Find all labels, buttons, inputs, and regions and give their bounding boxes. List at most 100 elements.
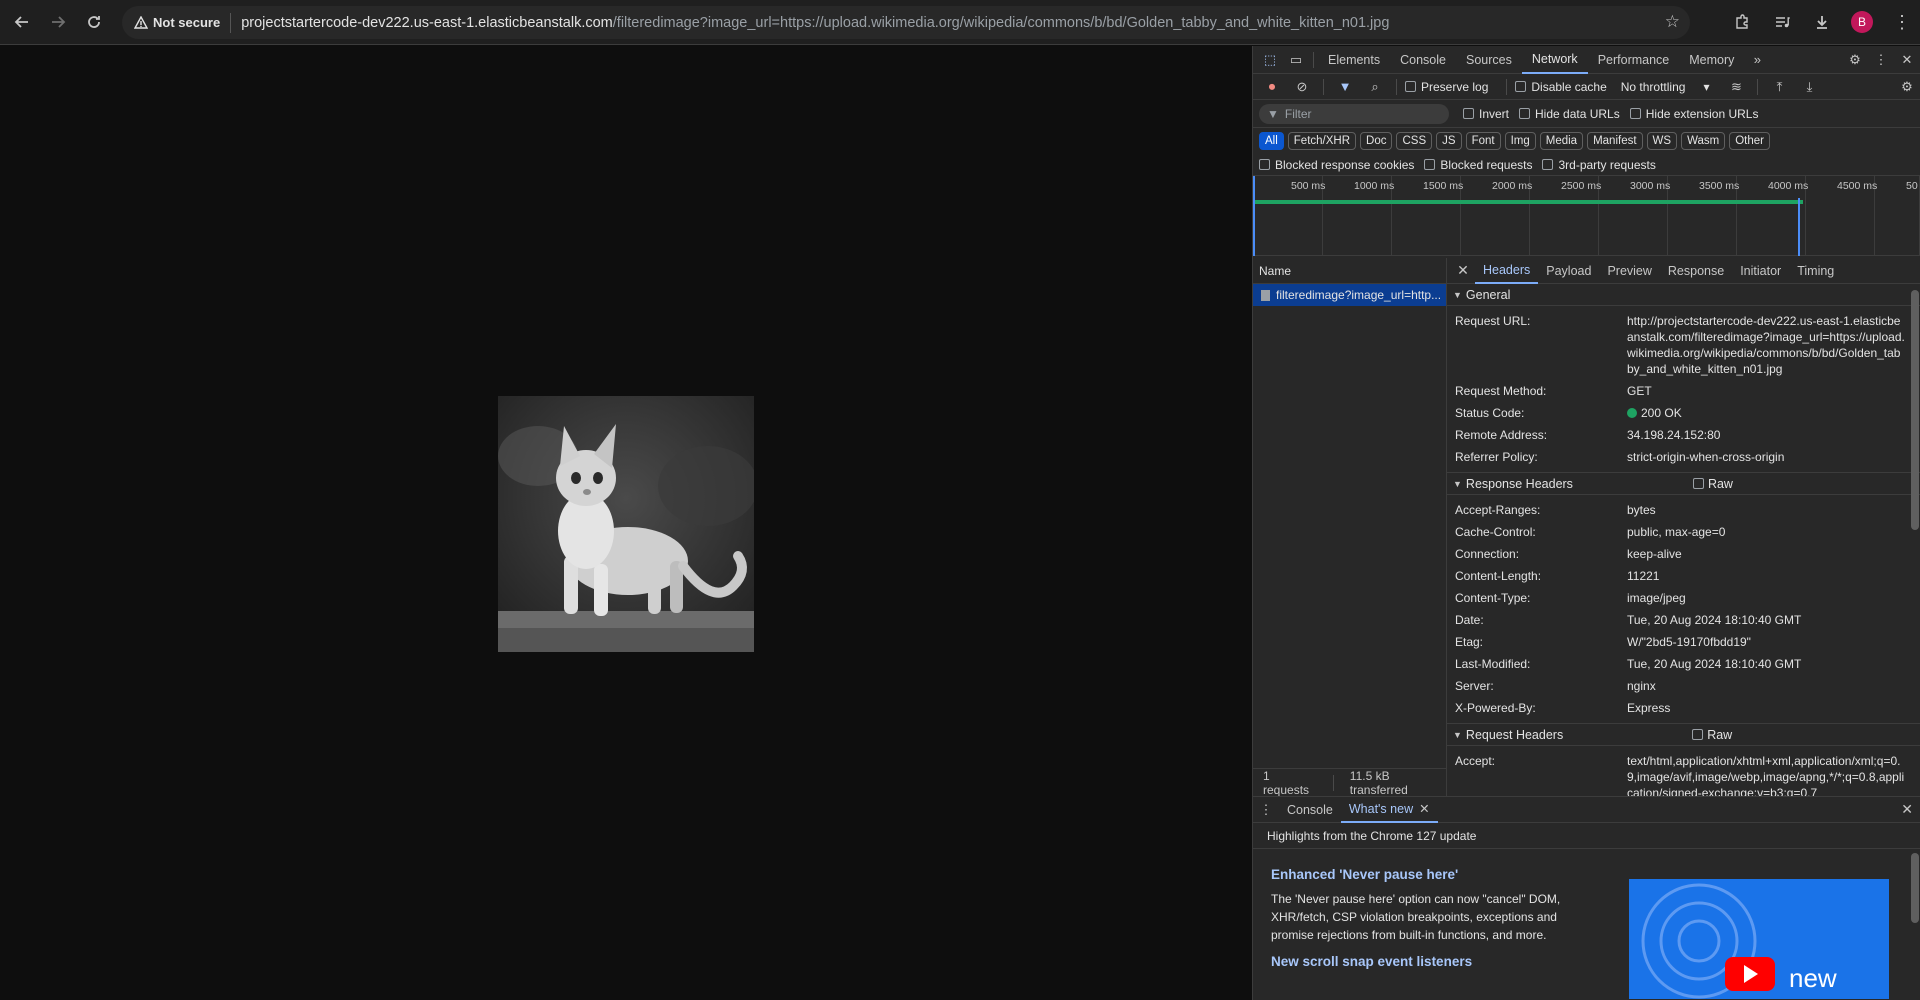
more-tabs-icon[interactable]: » bbox=[1744, 47, 1770, 73]
tab-sources[interactable]: Sources bbox=[1456, 46, 1522, 74]
export-har-icon[interactable]: ⤓ bbox=[1796, 74, 1822, 100]
general-section-header[interactable]: ▼ General bbox=[1447, 284, 1920, 306]
profile-button[interactable]: B bbox=[1844, 4, 1880, 40]
tab-initiator[interactable]: Initiator bbox=[1732, 258, 1789, 284]
forward-button[interactable] bbox=[40, 4, 76, 40]
timeline-tick-label: 3000 ms bbox=[1630, 180, 1671, 192]
url-text[interactable]: projectstartercode-dev222.us-east-1.elas… bbox=[241, 15, 1389, 31]
header-row: Accept: text/html,application/xhtml+xml,a… bbox=[1447, 750, 1920, 796]
tab-payload[interactable]: Payload bbox=[1538, 258, 1599, 284]
type-filter-css[interactable]: CSS bbox=[1396, 132, 1433, 150]
hide-data-urls-checkbox[interactable]: Hide data URLs bbox=[1519, 107, 1620, 121]
whats-new-video-thumbnail[interactable]: new bbox=[1629, 879, 1889, 999]
close-devtools-icon[interactable]: ✕ bbox=[1894, 47, 1920, 73]
checkbox-label: Preserve log bbox=[1421, 79, 1489, 94]
checkbox-box bbox=[1692, 478, 1704, 489]
header-row: Content-Length: 11221 bbox=[1447, 565, 1920, 587]
network-summary-bar: 1 requests 11.5 kB transferred bbox=[1253, 768, 1447, 797]
response-headers-section-header[interactable]: ▼ Response Headers Raw bbox=[1447, 473, 1920, 495]
tab-elements[interactable]: Elements bbox=[1318, 46, 1390, 74]
divider bbox=[1313, 51, 1314, 68]
header-value: text/html,application/xhtml+xml,applicat… bbox=[1627, 754, 1905, 796]
throttling-select[interactable]: No throttling ▾ bbox=[1621, 80, 1710, 94]
tab-memory[interactable]: Memory bbox=[1679, 46, 1744, 74]
blocked-requests-checkbox[interactable]: Blocked requests bbox=[1424, 158, 1532, 172]
third-party-requests-checkbox[interactable]: 3rd-party requests bbox=[1542, 158, 1656, 172]
header-row: Date: Tue, 20 Aug 2024 18:10:40 GMT bbox=[1447, 609, 1920, 631]
preserve-log-checkbox[interactable]: Preserve log bbox=[1405, 80, 1488, 94]
playlist-icon bbox=[1776, 17, 1790, 28]
disable-cache-checkbox[interactable]: Disable cache bbox=[1515, 80, 1607, 94]
invert-checkbox[interactable]: Invert bbox=[1463, 107, 1509, 121]
timeline-tick-label: 50 bbox=[1906, 180, 1918, 192]
network-settings-gear-icon[interactable]: ⚙ bbox=[1894, 74, 1920, 100]
downloads-button[interactable] bbox=[1804, 4, 1840, 40]
type-filter-wasm[interactable]: Wasm bbox=[1681, 132, 1726, 150]
name-column-header[interactable]: Name bbox=[1253, 258, 1446, 284]
inspect-element-icon[interactable]: ⬚ bbox=[1257, 47, 1283, 73]
drawer-tab-whats-new[interactable]: What's new ✕ bbox=[1340, 797, 1438, 823]
security-chip[interactable]: Not secure bbox=[134, 12, 232, 33]
header-row: Accept-Ranges: bytes bbox=[1447, 499, 1920, 521]
clear-icon[interactable]: ⊘ bbox=[1289, 74, 1315, 100]
network-conditions-icon[interactable]: ≋ bbox=[1723, 74, 1749, 100]
tab-performance[interactable]: Performance bbox=[1588, 46, 1680, 74]
request-headers-section-header[interactable]: ▼ Request Headers Raw bbox=[1447, 724, 1920, 746]
type-filter-fetch-xhr[interactable]: Fetch/XHR bbox=[1287, 132, 1357, 150]
close-tab-icon[interactable]: ✕ bbox=[1419, 797, 1429, 821]
network-overview-timeline[interactable]: 500 ms 1000 ms 1500 ms 2000 ms 2500 ms 3… bbox=[1253, 176, 1920, 256]
raw-checkbox[interactable]: Raw bbox=[1692, 728, 1732, 742]
media-control-button[interactable] bbox=[1764, 4, 1800, 40]
header-key: Date: bbox=[1455, 613, 1484, 627]
type-filter-ws[interactable]: WS bbox=[1646, 132, 1678, 150]
tab-timing[interactable]: Timing bbox=[1789, 258, 1842, 284]
tab-response[interactable]: Response bbox=[1660, 258, 1732, 284]
tab-network[interactable]: Network bbox=[1521, 46, 1588, 74]
import-har-icon[interactable]: ⤒ bbox=[1766, 74, 1792, 100]
reload-button[interactable] bbox=[76, 4, 112, 40]
type-filter-font[interactable]: Font bbox=[1465, 132, 1501, 150]
header-key: Request URL: bbox=[1455, 314, 1531, 328]
type-filter-js[interactable]: JS bbox=[1436, 132, 1462, 150]
back-button[interactable] bbox=[4, 4, 40, 40]
header-value: strict-origin-when-cross-origin bbox=[1627, 450, 1785, 464]
drawer-scrollbar-thumb[interactable] bbox=[1911, 853, 1919, 923]
record-stop-icon[interactable]: ⏺ bbox=[1259, 74, 1285, 100]
address-bar[interactable]: Not secure projectstartercode-dev222.us-… bbox=[122, 6, 1690, 39]
filtered-kitten-image bbox=[498, 396, 754, 652]
search-icon[interactable]: ⌕ bbox=[1362, 74, 1388, 100]
blocked-response-cookies-checkbox[interactable]: Blocked response cookies bbox=[1259, 158, 1414, 172]
type-filter-media[interactable]: Media bbox=[1539, 132, 1584, 150]
device-toolbar-icon[interactable]: ▭ bbox=[1283, 47, 1309, 73]
bookmark-star-icon[interactable]: ☆ bbox=[1665, 12, 1680, 32]
drawer-menu-kebab-icon[interactable]: ⋮ bbox=[1253, 797, 1279, 823]
type-filter-img[interactable]: Img bbox=[1504, 132, 1536, 150]
browser-menu-button[interactable]: ⋮ bbox=[1884, 4, 1920, 40]
checkbox-label: Hide extension URLs bbox=[1645, 106, 1759, 121]
settings-gear-icon[interactable]: ⚙ bbox=[1842, 47, 1868, 73]
type-filter-all[interactable]: All bbox=[1259, 132, 1284, 150]
filter-funnel-icon[interactable]: ▼ bbox=[1332, 74, 1358, 100]
checkbox-label: Invert bbox=[1479, 106, 1510, 121]
drawer-tab-console[interactable]: Console bbox=[1279, 797, 1341, 823]
close-drawer-icon[interactable]: ✕ bbox=[1901, 801, 1913, 818]
filter-input[interactable]: ▼ Filter bbox=[1259, 103, 1449, 124]
header-row: Referrer Policy: strict-origin-when-cross… bbox=[1447, 446, 1920, 468]
checkbox-box bbox=[1629, 108, 1641, 119]
type-filter-other[interactable]: Other bbox=[1729, 132, 1770, 150]
raw-checkbox[interactable]: Raw bbox=[1692, 477, 1733, 491]
tab-headers[interactable]: Headers bbox=[1475, 258, 1539, 284]
kebab-menu-icon[interactable]: ⋮ bbox=[1868, 47, 1894, 73]
detail-scrollbar[interactable] bbox=[1909, 284, 1920, 796]
hide-extension-urls-checkbox[interactable]: Hide extension URLs bbox=[1629, 106, 1759, 121]
scrollbar-thumb[interactable] bbox=[1911, 290, 1919, 530]
header-key: Content-Length: bbox=[1455, 569, 1542, 583]
checkbox-box bbox=[1542, 159, 1554, 170]
close-detail-icon[interactable]: ✕ bbox=[1451, 262, 1475, 279]
type-filter-manifest[interactable]: Manifest bbox=[1587, 132, 1643, 150]
extensions-button[interactable] bbox=[1724, 4, 1760, 40]
tab-console[interactable]: Console bbox=[1390, 46, 1456, 74]
request-row[interactable]: filteredimage?image_url=http... bbox=[1253, 284, 1446, 306]
tab-preview[interactable]: Preview bbox=[1599, 258, 1659, 284]
type-filter-doc[interactable]: Doc bbox=[1360, 132, 1393, 150]
